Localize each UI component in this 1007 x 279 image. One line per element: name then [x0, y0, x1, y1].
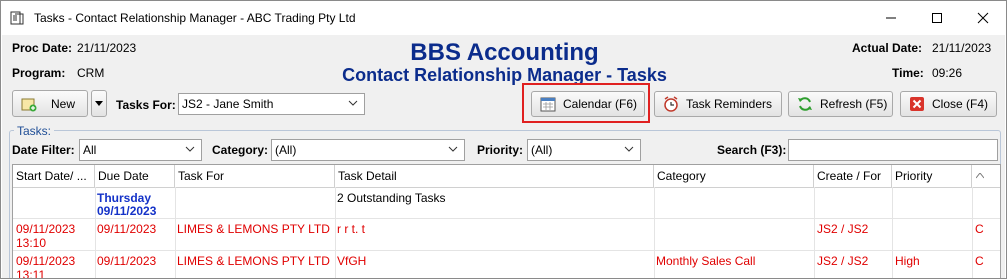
alarm-clock-icon	[664, 96, 678, 112]
table-row[interactable]: 09/11/2023 13:10 09/11/2023 LIMES & LEMO…	[13, 219, 1000, 250]
close-button[interactable]: Close (F4)	[900, 91, 997, 117]
page-heading: BBS Accounting	[410, 39, 599, 66]
time-value: 09:26	[932, 66, 963, 80]
sort-up-icon	[976, 173, 984, 179]
title-bar: Tasks - Contact Relationship Manager - A…	[1, 1, 1006, 35]
tasks-for-select[interactable]: JS2 - Jane Smith	[178, 93, 365, 115]
grid-header: Start Date/ ... Due Date Task For Task D…	[13, 165, 1000, 188]
start-time-cell: 13:11	[16, 268, 46, 279]
date-filter-value: All	[83, 143, 97, 157]
actual-date-label: Actual Date:	[852, 41, 923, 55]
time-label: Time:	[892, 66, 924, 80]
minimize-button[interactable]	[868, 1, 914, 35]
new-task-icon	[21, 98, 37, 111]
program-value: CRM	[77, 66, 105, 80]
column-header-task-for[interactable]: Task For	[175, 165, 335, 187]
priority-cell: High	[895, 254, 920, 268]
refresh-button[interactable]: Refresh (F5)	[788, 91, 893, 117]
group-day: Thursday	[97, 191, 152, 205]
chevron-down-icon	[185, 146, 195, 152]
minimize-icon	[886, 17, 896, 19]
start-date-cell: 09/11/2023	[16, 254, 76, 268]
column-header-create-for[interactable]: Create / For	[814, 165, 892, 187]
proc-date-label: Proc Date:	[12, 41, 73, 55]
category-label: Category:	[212, 143, 269, 157]
start-date-cell: 09/11/2023	[16, 222, 76, 236]
task-detail-cell: r r t. t	[337, 222, 365, 236]
priority-select[interactable]: (All)	[527, 139, 641, 161]
create-for-cell: JS2 / JS2	[817, 254, 869, 268]
due-date-cell: 09/11/2023	[97, 254, 157, 268]
category-value: (All)	[275, 143, 297, 157]
new-dropdown-button[interactable]	[91, 90, 107, 117]
calendar-button-label: Calendar (F6)	[563, 97, 638, 111]
column-header-priority[interactable]: Priority	[892, 165, 972, 187]
task-for-cell: LIMES & LEMONS PTY LTD	[177, 222, 330, 236]
app-icon	[10, 11, 24, 25]
main-window: Tasks - Contact Relationship Manager - A…	[0, 0, 1007, 279]
priority-label: Priority:	[477, 143, 524, 157]
category-select[interactable]: (All)	[271, 139, 465, 161]
task-reminders-button[interactable]: Task Reminders	[654, 91, 782, 117]
proc-date-value: 21/11/2023	[77, 41, 137, 55]
extra-cell: C	[975, 222, 984, 236]
column-header-task-detail[interactable]: Task Detail	[335, 165, 654, 187]
extra-cell: C	[975, 254, 984, 268]
chevron-down-icon	[448, 146, 458, 152]
category-cell: Monthly Sales Call	[656, 254, 756, 268]
task-detail-cell: VfGH	[337, 254, 367, 268]
window-title: Tasks - Contact Relationship Manager - A…	[34, 11, 356, 25]
new-button[interactable]: New	[12, 90, 88, 117]
tasks-for-value: JS2 - Jane Smith	[182, 97, 274, 111]
start-time-cell: 13:10	[16, 236, 47, 250]
task-reminders-label: Task Reminders	[686, 97, 773, 111]
tasks-grid: Start Date/ ... Due Date Task For Task D…	[12, 164, 1001, 279]
create-for-cell: JS2 / JS2	[817, 222, 869, 236]
column-header-extra[interactable]	[972, 165, 1000, 187]
close-x-icon	[910, 97, 924, 111]
group-date: 09/11/2023	[97, 204, 157, 218]
tasks-for-label: Tasks For:	[116, 98, 176, 112]
maximize-icon	[932, 13, 942, 23]
caret-down-icon	[95, 100, 103, 106]
priority-value: (All)	[531, 143, 553, 157]
actual-date-value: 21/11/2023	[932, 41, 992, 55]
tasks-group-title: Tasks:	[14, 124, 55, 138]
new-button-label: New	[51, 96, 76, 111]
group-row[interactable]: Thursday 09/11/2023 2 Outstanding Tasks	[13, 187, 1000, 218]
chevron-down-icon	[348, 100, 358, 106]
calendar-icon	[540, 97, 556, 112]
chevron-down-icon	[624, 146, 634, 152]
table-row[interactable]: 09/11/2023 13:11 09/11/2023 LIMES & LEMO…	[13, 251, 1000, 279]
search-input[interactable]	[788, 139, 998, 161]
refresh-icon	[798, 97, 812, 111]
program-label: Program:	[12, 66, 66, 80]
maximize-button[interactable]	[914, 1, 960, 35]
column-header-category[interactable]: Category	[654, 165, 814, 187]
date-filter-select[interactable]: All	[79, 139, 202, 161]
close-icon	[977, 12, 989, 24]
close-window-button[interactable]	[960, 1, 1006, 35]
calendar-button[interactable]: Calendar (F6)	[531, 91, 645, 117]
column-header-due-date[interactable]: Due Date	[95, 165, 175, 187]
task-for-cell: LIMES & LEMONS PTY LTD	[177, 254, 330, 268]
column-header-start-date[interactable]: Start Date/ ...	[13, 165, 95, 187]
search-label: Search (F3):	[717, 143, 787, 157]
date-filter-label: Date Filter:	[12, 143, 75, 157]
form-content: Proc Date: 21/11/2023 Program: CRM BBS A…	[2, 35, 1005, 278]
due-date-cell: 09/11/2023	[97, 222, 157, 236]
refresh-button-label: Refresh (F5)	[820, 97, 888, 111]
close-button-label: Close (F4)	[932, 97, 989, 111]
group-detail: 2 Outstanding Tasks	[337, 191, 446, 205]
